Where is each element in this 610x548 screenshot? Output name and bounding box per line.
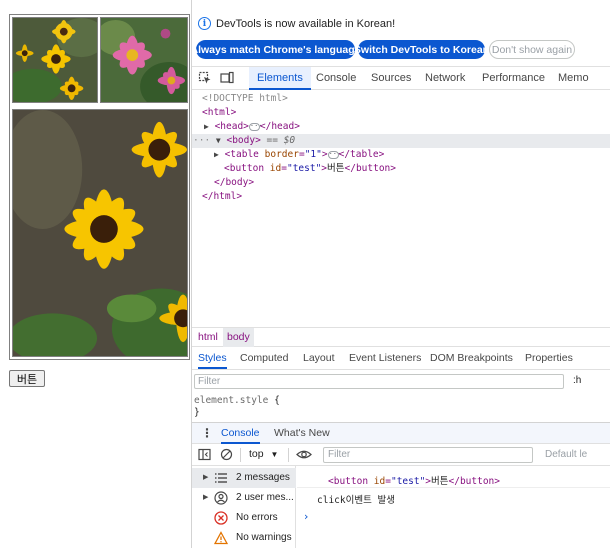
tab-elements[interactable]: Elements bbox=[249, 67, 311, 90]
dom-tree: <!DOCTYPE html> <html> ▶ <head>···</head… bbox=[192, 90, 610, 326]
breadcrumb-body[interactable]: body bbox=[223, 328, 254, 347]
list-icon bbox=[215, 473, 227, 483]
console-log: <button id="test">버튼</button> click이벤트 발… bbox=[297, 466, 610, 548]
clear-console-icon[interactable] bbox=[220, 448, 233, 461]
device-toolbar-icon[interactable] bbox=[220, 71, 234, 85]
web-page: 버튼 bbox=[0, 0, 191, 548]
inspect-element-icon[interactable] bbox=[198, 71, 212, 85]
breadcrumb: html body bbox=[192, 327, 610, 347]
element-style-rule[interactable]: element.style { bbox=[194, 395, 280, 406]
more-icon[interactable]: ··· bbox=[193, 135, 210, 146]
console-drawer-tabs: ⋮ Console What's New bbox=[192, 422, 610, 444]
language-infobar: i DevTools is now available in Korean! A… bbox=[192, 12, 610, 64]
console-prompt-icon[interactable]: › bbox=[304, 510, 308, 523]
console-filter-input[interactable]: Filter bbox=[323, 447, 533, 463]
large-yellow-flower-image bbox=[13, 110, 187, 356]
sidebar-item-errors[interactable]: No errors bbox=[192, 508, 296, 528]
dom-line-html[interactable]: <html> bbox=[192, 106, 610, 120]
message-divider bbox=[297, 487, 610, 488]
console-message-text[interactable]: click이벤트 발생 bbox=[317, 492, 395, 506]
drawer-tab-whats-new[interactable]: What's New bbox=[274, 423, 330, 444]
toolbar-divider bbox=[240, 448, 241, 462]
tab-performance[interactable]: Performance bbox=[482, 67, 545, 90]
pink-flower-image bbox=[101, 18, 187, 102]
tab-properties[interactable]: Properties bbox=[525, 348, 573, 369]
tab-computed[interactable]: Computed bbox=[240, 348, 288, 369]
console-message-element[interactable]: <button id="test">버튼</button> bbox=[328, 473, 500, 487]
tab-network[interactable]: Network bbox=[425, 67, 465, 90]
table-cell-yellow-flowers bbox=[12, 17, 98, 103]
switch-language-button[interactable]: Switch DevTools to Korean bbox=[354, 40, 489, 59]
dom-line-table[interactable]: ▶ <table border="1">···</table> bbox=[192, 148, 610, 162]
dom-line-head[interactable]: ▶ <head>···</head> bbox=[192, 120, 610, 134]
dom-line-html-close[interactable]: </html> bbox=[192, 190, 610, 204]
log-levels-dropdown[interactable]: Default le bbox=[545, 449, 587, 460]
ellipsis-icon[interactable]: ··· bbox=[248, 122, 263, 131]
context-selector[interactable]: top ▼ bbox=[249, 448, 278, 460]
dropdown-arrow-icon: ▼ bbox=[270, 450, 279, 459]
tab-dom-breakpoints[interactable]: DOM Breakpoints bbox=[430, 348, 513, 369]
sidebar-item-user-messages[interactable]: ▶ 2 user mes... bbox=[192, 488, 296, 508]
user-icon bbox=[214, 491, 228, 505]
dom-line-button[interactable]: <button id="test">버튼</button> bbox=[192, 162, 610, 176]
drawer-menu-icon[interactable]: ⋮ bbox=[201, 426, 213, 440]
expand-triangle-icon[interactable]: ▶ bbox=[203, 493, 208, 501]
toolbar-divider bbox=[288, 448, 289, 462]
sidebar-toggle-icon[interactable] bbox=[198, 448, 211, 461]
table-cell-large-flower bbox=[12, 109, 188, 357]
image-table bbox=[9, 14, 190, 360]
infobar-message: DevTools is now available in Korean! bbox=[216, 18, 396, 30]
devtools-tab-bar: Elements Console Sources Network Perform… bbox=[192, 66, 610, 90]
console-toolbar: top ▼ Filter Default le bbox=[192, 444, 610, 466]
dom-line-body[interactable]: ··· ▼ <body> == $0 bbox=[192, 134, 610, 148]
sidebar-item-messages[interactable]: ▶ 2 messages bbox=[192, 468, 296, 488]
match-language-button[interactable]: Always match Chrome's language bbox=[192, 40, 360, 59]
tab-sources[interactable]: Sources bbox=[371, 67, 411, 90]
styles-filter-input[interactable]: Filter bbox=[194, 374, 564, 389]
live-expression-eye-icon[interactable] bbox=[296, 448, 312, 461]
page-button[interactable]: 버튼 bbox=[9, 370, 45, 387]
devtools-panel: i DevTools is now available in Korean! A… bbox=[191, 0, 610, 548]
console-sidebar: ▶ 2 messages ▶ 2 user mes... No errors N… bbox=[192, 466, 296, 548]
tab-styles[interactable]: Styles bbox=[198, 348, 227, 369]
table-cell-pink-flower bbox=[100, 17, 188, 103]
error-icon bbox=[214, 511, 228, 525]
expand-triangle-icon[interactable]: ▶ bbox=[204, 122, 209, 131]
sidebar-item-warnings[interactable]: No warnings bbox=[192, 528, 296, 548]
dont-show-again-button[interactable]: Don't show again bbox=[489, 40, 575, 59]
warning-icon bbox=[214, 531, 228, 545]
collapse-triangle-icon[interactable]: ▼ bbox=[216, 136, 221, 145]
tab-layout[interactable]: Layout bbox=[303, 348, 335, 369]
ellipsis-icon[interactable]: ··· bbox=[327, 150, 341, 159]
tab-memory[interactable]: Memo bbox=[558, 67, 589, 90]
dom-line-body-close[interactable]: </body> bbox=[192, 176, 610, 190]
expand-triangle-icon[interactable]: ▶ bbox=[203, 473, 208, 481]
yellow-flowers-image bbox=[13, 18, 97, 102]
tab-event-listeners[interactable]: Event Listeners bbox=[349, 348, 421, 369]
dom-line-doctype[interactable]: <!DOCTYPE html> bbox=[192, 92, 610, 106]
expand-triangle-icon[interactable]: ▶ bbox=[214, 150, 219, 159]
breadcrumb-html[interactable]: html bbox=[194, 328, 222, 347]
element-style-close: } bbox=[194, 407, 200, 418]
info-icon: i bbox=[198, 17, 211, 30]
drawer-tab-console[interactable]: Console bbox=[221, 423, 260, 444]
hover-state-toggle[interactable]: :h bbox=[573, 375, 581, 386]
styles-tab-bar: Styles Computed Layout Event Listeners D… bbox=[192, 348, 610, 370]
tab-console[interactable]: Console bbox=[316, 67, 356, 90]
